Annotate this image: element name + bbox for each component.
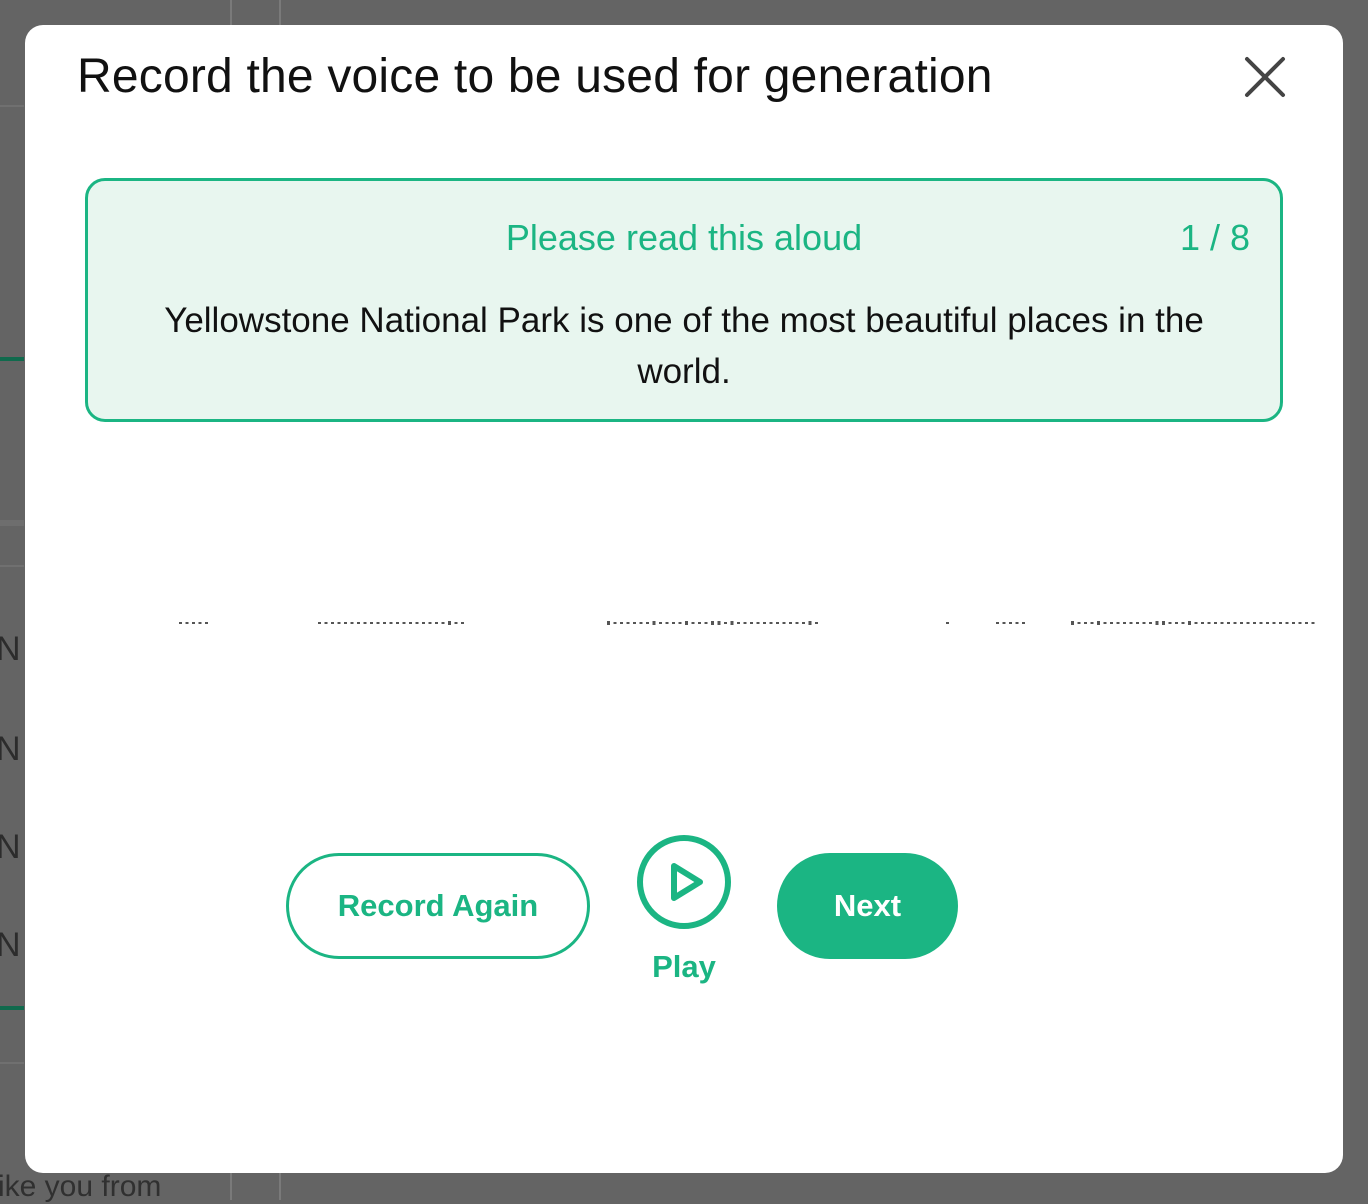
background-row-letter: N: [0, 828, 21, 867]
close-icon: [1237, 49, 1293, 105]
next-button[interactable]: Next: [777, 853, 958, 959]
background-accent-line: [0, 357, 24, 361]
background-divider: [0, 565, 24, 567]
read-aloud-prompt-card: Please read this aloud 1 / 8 Yellowstone…: [85, 178, 1283, 422]
play-button[interactable]: [635, 833, 733, 931]
prompt-heading: Please read this aloud: [88, 217, 1280, 259]
background-divider: [0, 520, 24, 526]
audio-waveform: [145, 613, 1315, 633]
background-row-letter: N: [0, 630, 21, 669]
play-circle-icon: [635, 833, 733, 931]
background-accent-line: [0, 1006, 24, 1010]
background-divider: [0, 1062, 24, 1064]
waveform-graphic: [145, 613, 1315, 633]
background-row-letter: N: [0, 926, 21, 965]
background-text: ike you from: [0, 1170, 161, 1204]
dialog-title: Record the voice to be used for generati…: [77, 49, 993, 104]
play-label: Play: [624, 949, 744, 985]
close-button[interactable]: [1237, 49, 1293, 105]
background-divider: [0, 105, 24, 107]
record-again-button[interactable]: Record Again: [286, 853, 590, 959]
record-voice-dialog: Record the voice to be used for generati…: [25, 25, 1343, 1173]
prompt-counter: 1 / 8: [1180, 217, 1250, 259]
background-row-letter: N: [0, 730, 21, 769]
prompt-sentence: Yellowstone National Park is one of the …: [118, 295, 1250, 397]
